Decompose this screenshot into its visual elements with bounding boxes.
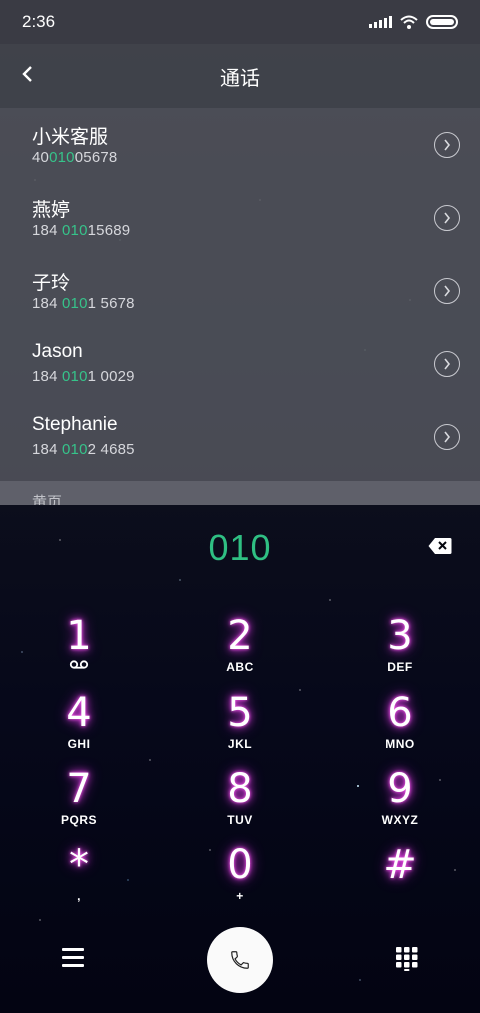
contact-name: Stephanie [32, 414, 118, 435]
key-digit: # [383, 842, 417, 888]
key-digit: 1 [66, 613, 92, 659]
key-star[interactable]: * , [24, 843, 134, 913]
status-bar: 2:36 [0, 0, 480, 44]
contact-results-list: 小米客服 4001005678 燕婷 184 01015689 子玲 184 0… [0, 108, 480, 481]
dialpad-toggle-button[interactable] [396, 947, 418, 971]
dialed-number: 010 [208, 527, 272, 568]
key-digit: 3 [387, 613, 413, 659]
key-letters: WXYZ [381, 813, 419, 827]
contact-number: 184 0101 0029 [32, 368, 135, 385]
key-4[interactable]: 4 GHI [24, 691, 134, 761]
contact-detail-button[interactable] [434, 132, 460, 158]
key-letters: PQRS [60, 813, 97, 827]
voicemail-icon [69, 660, 89, 669]
chevron-right-icon [444, 285, 451, 297]
contact-number: 4001005678 [32, 149, 118, 166]
key-3[interactable]: 3 DEF [345, 614, 455, 684]
key-digit: 5 [227, 690, 253, 736]
key-letters: TUV [227, 813, 253, 827]
key-letters: , [77, 889, 81, 903]
chevron-left-icon [22, 66, 32, 82]
key-letters: DEF [387, 660, 413, 674]
page-title: 通话 [220, 67, 260, 90]
key-9[interactable]: 9 WXYZ [345, 767, 455, 837]
contact-name: 小米客服 [32, 127, 109, 148]
contact-name: 子玲 [32, 273, 71, 294]
key-7[interactable]: 7 PQRS [24, 767, 134, 837]
contact-item[interactable]: 小米客服 4001005678 [0, 108, 480, 181]
key-digit: 9 [387, 766, 413, 812]
key-digit: 0 [227, 842, 253, 888]
contact-detail-button[interactable] [434, 278, 460, 304]
phone-icon [231, 951, 249, 969]
dialpad-icon [396, 947, 418, 971]
backspace-button[interactable] [428, 537, 452, 555]
contact-number: 184 0101 5678 [32, 295, 135, 312]
key-2[interactable]: 2 ABC [185, 614, 295, 684]
contact-name: 燕婷 [32, 200, 71, 221]
chevron-right-icon [444, 139, 451, 151]
key-1[interactable]: 1 [24, 614, 134, 684]
app-header: 通话 [0, 44, 480, 108]
key-letters: + [236, 889, 244, 903]
backspace-icon [428, 538, 452, 554]
chevron-right-icon [444, 358, 451, 370]
call-button[interactable] [207, 927, 273, 993]
match-highlight: 010 [62, 441, 88, 458]
match-highlight: 010 [49, 149, 75, 166]
wifi-icon [400, 15, 418, 29]
key-digit: 6 [387, 690, 413, 736]
contact-detail-button[interactable] [434, 424, 460, 450]
key-letters: ABC [226, 660, 254, 674]
key-digit: 7 [66, 766, 92, 812]
status-time: 2:36 [22, 12, 56, 31]
signal-icon [369, 16, 392, 28]
key-digit: 2 [227, 613, 253, 659]
match-highlight: 010 [62, 222, 88, 239]
chevron-right-icon [444, 431, 451, 443]
key-0[interactable]: 0 + [185, 843, 295, 913]
key-hash[interactable]: # [345, 843, 455, 913]
contact-number: 184 0102 4685 [32, 441, 135, 458]
key-letters: MNO [385, 737, 415, 751]
dial-display: 010 [0, 520, 480, 580]
status-icons [369, 15, 458, 29]
contact-item[interactable]: 燕婷 184 01015689 [0, 181, 480, 254]
bottom-bar [0, 925, 480, 995]
menu-icon [62, 948, 84, 967]
key-5[interactable]: 5 JKL [185, 691, 295, 761]
contact-number: 184 01015689 [32, 222, 131, 239]
contact-detail-button[interactable] [434, 351, 460, 377]
key-6[interactable]: 6 MNO [345, 691, 455, 761]
key-digit: 4 [66, 690, 92, 736]
menu-button[interactable] [62, 948, 84, 968]
contact-detail-button[interactable] [434, 205, 460, 231]
contact-item[interactable]: 子玲 184 0101 5678 [0, 254, 480, 327]
match-highlight: 010 [62, 368, 88, 385]
section-header-yellow-pages: 黄页 [0, 481, 480, 505]
key-letters: GHI [67, 737, 91, 751]
battery-icon [426, 15, 458, 29]
key-letters: JKL [227, 737, 253, 751]
contact-item[interactable]: Jason 184 0101 0029 [0, 327, 480, 400]
chevron-right-icon [444, 212, 451, 224]
key-digit: * [69, 842, 89, 888]
contact-name: Jason [32, 341, 83, 362]
contact-item[interactable]: Stephanie 184 0102 4685 [0, 400, 480, 473]
back-button[interactable] [16, 62, 40, 86]
key-digit: 8 [227, 766, 253, 812]
match-highlight: 010 [62, 295, 88, 312]
key-8[interactable]: 8 TUV [185, 767, 295, 837]
